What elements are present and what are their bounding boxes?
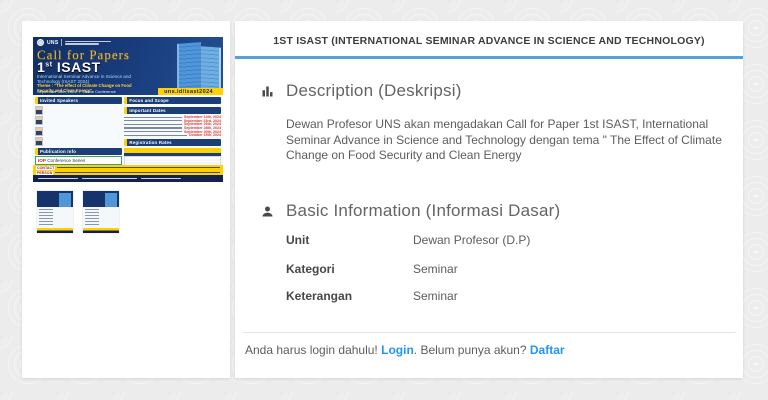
- info-row-kategori: Kategori Seminar: [286, 262, 716, 276]
- uns-logo-icon: [37, 39, 44, 46]
- login-prompt: Anda harus login dahulu!: [245, 343, 378, 357]
- event-poster[interactable]: UNS Call for Papers 1st ISAST Internatio…: [33, 37, 223, 182]
- speaker-photo: [35, 116, 43, 125]
- person-icon: [262, 206, 273, 216]
- info-row-unit: Unit Dewan Profesor (D.P): [286, 233, 716, 247]
- speaker-row: [35, 105, 122, 115]
- login-link[interactable]: Login: [381, 343, 414, 357]
- info-label: Keterangan: [286, 289, 353, 303]
- event-detail-panel: 1ST ISAST (INTERNATIONAL SEMINAR ADVANCE…: [235, 21, 743, 378]
- poster-section-focus-scope: Focus and Scope: [124, 97, 221, 104]
- login-note: Anda harus login dahulu! Login. Belum pu…: [245, 343, 565, 357]
- title-underline: [235, 56, 743, 59]
- poster-section-invited-speakers: Invited Speakers: [35, 97, 123, 104]
- description-text: Dewan Profesor UNS akan mengadakan Call …: [286, 117, 722, 162]
- register-prompt: . Belum punya akun?: [413, 343, 527, 357]
- poster-url: uns.id/isast2024: [158, 87, 223, 95]
- info-value: Dewan Profesor (D.P): [413, 233, 531, 247]
- speaker-photo: [35, 105, 43, 115]
- register-link[interactable]: Daftar: [530, 343, 565, 357]
- description-section-header: Description (Deskripsi): [260, 81, 462, 101]
- poster-org: UNS: [47, 39, 59, 46]
- poster-panel: UNS Call for Papers 1st ISAST Internatio…: [22, 21, 230, 378]
- poster-title: 1st ISAST: [37, 59, 101, 75]
- basic-info-section-header: Basic Information (Informasi Dasar): [260, 201, 560, 221]
- speaker-photo: [35, 137, 43, 146]
- iop-conference-series: IOP Conference Series: [35, 156, 123, 165]
- registration-rates-table: [124, 148, 221, 166]
- poster-thumbnail-1[interactable]: [37, 191, 73, 233]
- important-dates-list: September 13th, 2024 September 23rd, 202…: [124, 115, 221, 137]
- speaker-row: [35, 116, 122, 125]
- speaker-row: [35, 126, 122, 136]
- poster-contact-bar: CONTACT PERSON: [33, 165, 223, 175]
- poster-section-important-dates: Important Dates: [124, 107, 221, 114]
- info-value: Seminar: [413, 289, 458, 303]
- info-label: Unit: [286, 233, 310, 247]
- basic-info-heading: Basic Information (Informasi Dasar): [286, 201, 561, 220]
- poster-date-mode: September 30th, 2024 • Online Conference: [37, 89, 116, 94]
- poster-thumbnail-2[interactable]: [83, 191, 119, 233]
- speaker-row: [35, 137, 122, 146]
- info-label: Kategori: [286, 262, 335, 276]
- poster-footer-bar: [33, 175, 223, 182]
- poster-section-registration-rates: Registration Rates: [124, 138, 221, 146]
- bar-chart-icon: [262, 86, 273, 96]
- description-heading: Description (Deskripsi): [286, 81, 462, 100]
- poster-hero: UNS Call for Papers 1st ISAST Internatio…: [33, 37, 223, 95]
- footer-divider: [243, 332, 735, 333]
- info-value: Seminar: [413, 262, 458, 276]
- info-row-keterangan: Keterangan Seminar: [286, 289, 716, 303]
- poster-section-publication-info: Publication Info: [35, 147, 123, 155]
- speaker-photo: [35, 126, 43, 136]
- page-title: 1ST ISAST (INTERNATIONAL SEMINAR ADVANCE…: [273, 35, 705, 47]
